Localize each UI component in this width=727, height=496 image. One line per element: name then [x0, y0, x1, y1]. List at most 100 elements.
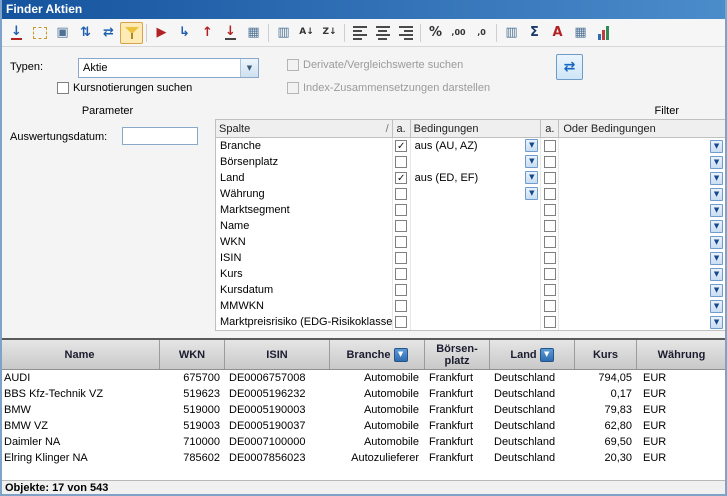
- filter-row[interactable]: Marktsegment ▼ ▼: [216, 202, 727, 218]
- column-header-bedingungen[interactable]: Bedingungen: [411, 120, 542, 137]
- filter-row[interactable]: ISIN ▼ ▼: [216, 250, 727, 266]
- filter-row[interactable]: Name ▼ ▼: [216, 218, 727, 234]
- filter-column-name[interactable]: Branche: [216, 138, 393, 154]
- condition-dropdown[interactable]: ▼: [525, 139, 538, 152]
- arrow-branch-down-icon[interactable]: ↳: [173, 22, 196, 44]
- table-grid-icon[interactable]: ▦: [569, 22, 592, 44]
- filter-row[interactable]: Land ✓ aus (ED, EF) ▼ ▼: [216, 170, 727, 186]
- table-row[interactable]: Elring Klinger NA 785602 DE0007856023 Au…: [0, 450, 727, 466]
- filter-column-name[interactable]: Kurs: [216, 266, 393, 282]
- filter-column-name[interactable]: Börsenplatz: [216, 154, 393, 170]
- active-checkbox[interactable]: [395, 268, 407, 280]
- column-header-spalte[interactable]: Spalte /: [216, 120, 393, 137]
- or-condition-dropdown[interactable]: ▼: [710, 252, 723, 265]
- kursnotierungen-checkbox[interactable]: Kursnotierungen suchen: [57, 82, 192, 94]
- table-row[interactable]: Daimler NA 710000 DE0007100000 Automobil…: [0, 434, 727, 450]
- active-checkbox[interactable]: [395, 236, 407, 248]
- typen-select[interactable]: Aktie ▼: [78, 58, 259, 78]
- column-header-boersenplatz[interactable]: Börsen- platz: [425, 340, 490, 369]
- font-color-icon[interactable]: A: [546, 22, 569, 44]
- arrows-up-down-icon[interactable]: ⇅: [74, 22, 97, 44]
- or-active-checkbox[interactable]: [544, 188, 556, 200]
- grid-box-icon[interactable]: ▣: [51, 22, 74, 44]
- active-checkbox[interactable]: [395, 252, 407, 264]
- play-arrow-icon[interactable]: ▶: [150, 22, 173, 44]
- arrow-down-icon[interactable]: ↓: [219, 22, 242, 44]
- or-active-checkbox[interactable]: [544, 220, 556, 232]
- or-active-checkbox[interactable]: [544, 300, 556, 312]
- filter-column-name[interactable]: MMWKN: [216, 298, 393, 314]
- refresh-button[interactable]: ⇄: [556, 54, 583, 80]
- active-checkbox[interactable]: [395, 204, 407, 216]
- active-checkbox[interactable]: [395, 188, 407, 200]
- or-active-checkbox[interactable]: [544, 268, 556, 280]
- arrows-swap-icon[interactable]: ⇄: [97, 22, 120, 44]
- or-condition-dropdown[interactable]: ▼: [710, 140, 723, 153]
- table-row[interactable]: BMW VZ 519003 DE0005190037 Automobile Fr…: [0, 418, 727, 434]
- grid-cells-icon[interactable]: ▦: [242, 22, 265, 44]
- condition-dropdown[interactable]: ▼: [525, 187, 538, 200]
- arrow-up-icon[interactable]: ↑: [196, 22, 219, 44]
- or-condition-dropdown[interactable]: ▼: [710, 268, 723, 281]
- or-active-checkbox[interactable]: [544, 140, 556, 152]
- column-header-or-active[interactable]: a.: [541, 120, 559, 137]
- or-condition-dropdown[interactable]: ▼: [710, 284, 723, 297]
- or-active-checkbox[interactable]: [544, 204, 556, 216]
- or-condition-dropdown[interactable]: ▼: [710, 316, 723, 329]
- filter-row[interactable]: WKN ▼ ▼: [216, 234, 727, 250]
- auswertungsdatum-input[interactable]: [122, 127, 198, 145]
- decimal-remove-icon[interactable]: ,0: [470, 22, 493, 44]
- filter-funnel-icon[interactable]: [120, 22, 143, 44]
- condition-text[interactable]: aus (AU, AZ): [415, 140, 478, 152]
- filter-row[interactable]: Börsenplatz ▼ ▼: [216, 154, 727, 170]
- filter-column-name[interactable]: Währung: [216, 186, 393, 202]
- column-header-waehrung[interactable]: Währung: [637, 340, 727, 369]
- active-checkbox[interactable]: ✓: [395, 172, 407, 184]
- filter-row[interactable]: MMWKN ▼ ▼: [216, 298, 727, 314]
- filter-column-name[interactable]: Marktpreisrisiko (EDG-Risikoklasse): [216, 314, 393, 330]
- table-row[interactable]: AUDI 675700 DE0006757008 Automobile Fran…: [0, 370, 727, 386]
- column-header-name[interactable]: Name: [0, 340, 160, 369]
- filter-column-name[interactable]: Kursdatum: [216, 282, 393, 298]
- condition-text[interactable]: aus (ED, EF): [415, 172, 479, 184]
- filter-row[interactable]: Währung ▼ ▼: [216, 186, 727, 202]
- or-condition-dropdown[interactable]: ▼: [710, 188, 723, 201]
- column-header-oder-bedingungen[interactable]: Oder Bedingungen: [559, 120, 727, 137]
- align-right-icon[interactable]: [394, 22, 417, 44]
- table-row[interactable]: BBS Kfz-Technik VZ 519623 DE0005196232 A…: [0, 386, 727, 402]
- or-active-checkbox[interactable]: [544, 156, 556, 168]
- table-row[interactable]: BMW 519000 DE0005190003 Automobile Frank…: [0, 402, 727, 418]
- sort-ascending-icon[interactable]: A↓: [295, 22, 318, 44]
- land-filter-dropdown[interactable]: ▼: [540, 348, 554, 362]
- decimal-add-icon[interactable]: ,00: [447, 22, 470, 44]
- or-condition-dropdown[interactable]: ▼: [710, 300, 723, 313]
- active-checkbox[interactable]: [395, 316, 407, 328]
- or-active-checkbox[interactable]: [544, 172, 556, 184]
- filter-row[interactable]: Kurs ▼ ▼: [216, 266, 727, 282]
- bar-chart-icon[interactable]: [592, 22, 615, 44]
- derivate-checkbox[interactable]: Derivate/Vergleichswerte suchen: [287, 59, 463, 71]
- table-ruler-icon[interactable]: ▥: [500, 22, 523, 44]
- or-active-checkbox[interactable]: [544, 236, 556, 248]
- sort-descending-icon[interactable]: Z↓: [318, 22, 341, 44]
- filter-column-name[interactable]: Name: [216, 218, 393, 234]
- active-checkbox[interactable]: ✓: [395, 140, 407, 152]
- or-condition-dropdown[interactable]: ▼: [710, 204, 723, 217]
- dashed-selection-icon[interactable]: [28, 22, 51, 44]
- active-checkbox[interactable]: [395, 156, 407, 168]
- column-header-branche[interactable]: Branche ▼: [330, 340, 425, 369]
- column-header-active[interactable]: a.: [393, 120, 411, 137]
- active-checkbox[interactable]: [395, 284, 407, 296]
- or-active-checkbox[interactable]: [544, 252, 556, 264]
- filter-row[interactable]: Marktpreisrisiko (EDG-Risikoklasse) ▼ ▼: [216, 314, 727, 330]
- or-condition-dropdown[interactable]: ▼: [710, 220, 723, 233]
- column-header-land[interactable]: Land ▼: [490, 340, 575, 369]
- filter-row[interactable]: Branche ✓ aus (AU, AZ) ▼ ▼: [216, 138, 727, 154]
- or-active-checkbox[interactable]: [544, 284, 556, 296]
- column-header-isin[interactable]: ISIN: [225, 340, 330, 369]
- align-left-icon[interactable]: [348, 22, 371, 44]
- condition-dropdown[interactable]: ▼: [525, 171, 538, 184]
- percent-icon[interactable]: %: [424, 22, 447, 44]
- filter-column-name[interactable]: Marktsegment: [216, 202, 393, 218]
- active-checkbox[interactable]: [395, 300, 407, 312]
